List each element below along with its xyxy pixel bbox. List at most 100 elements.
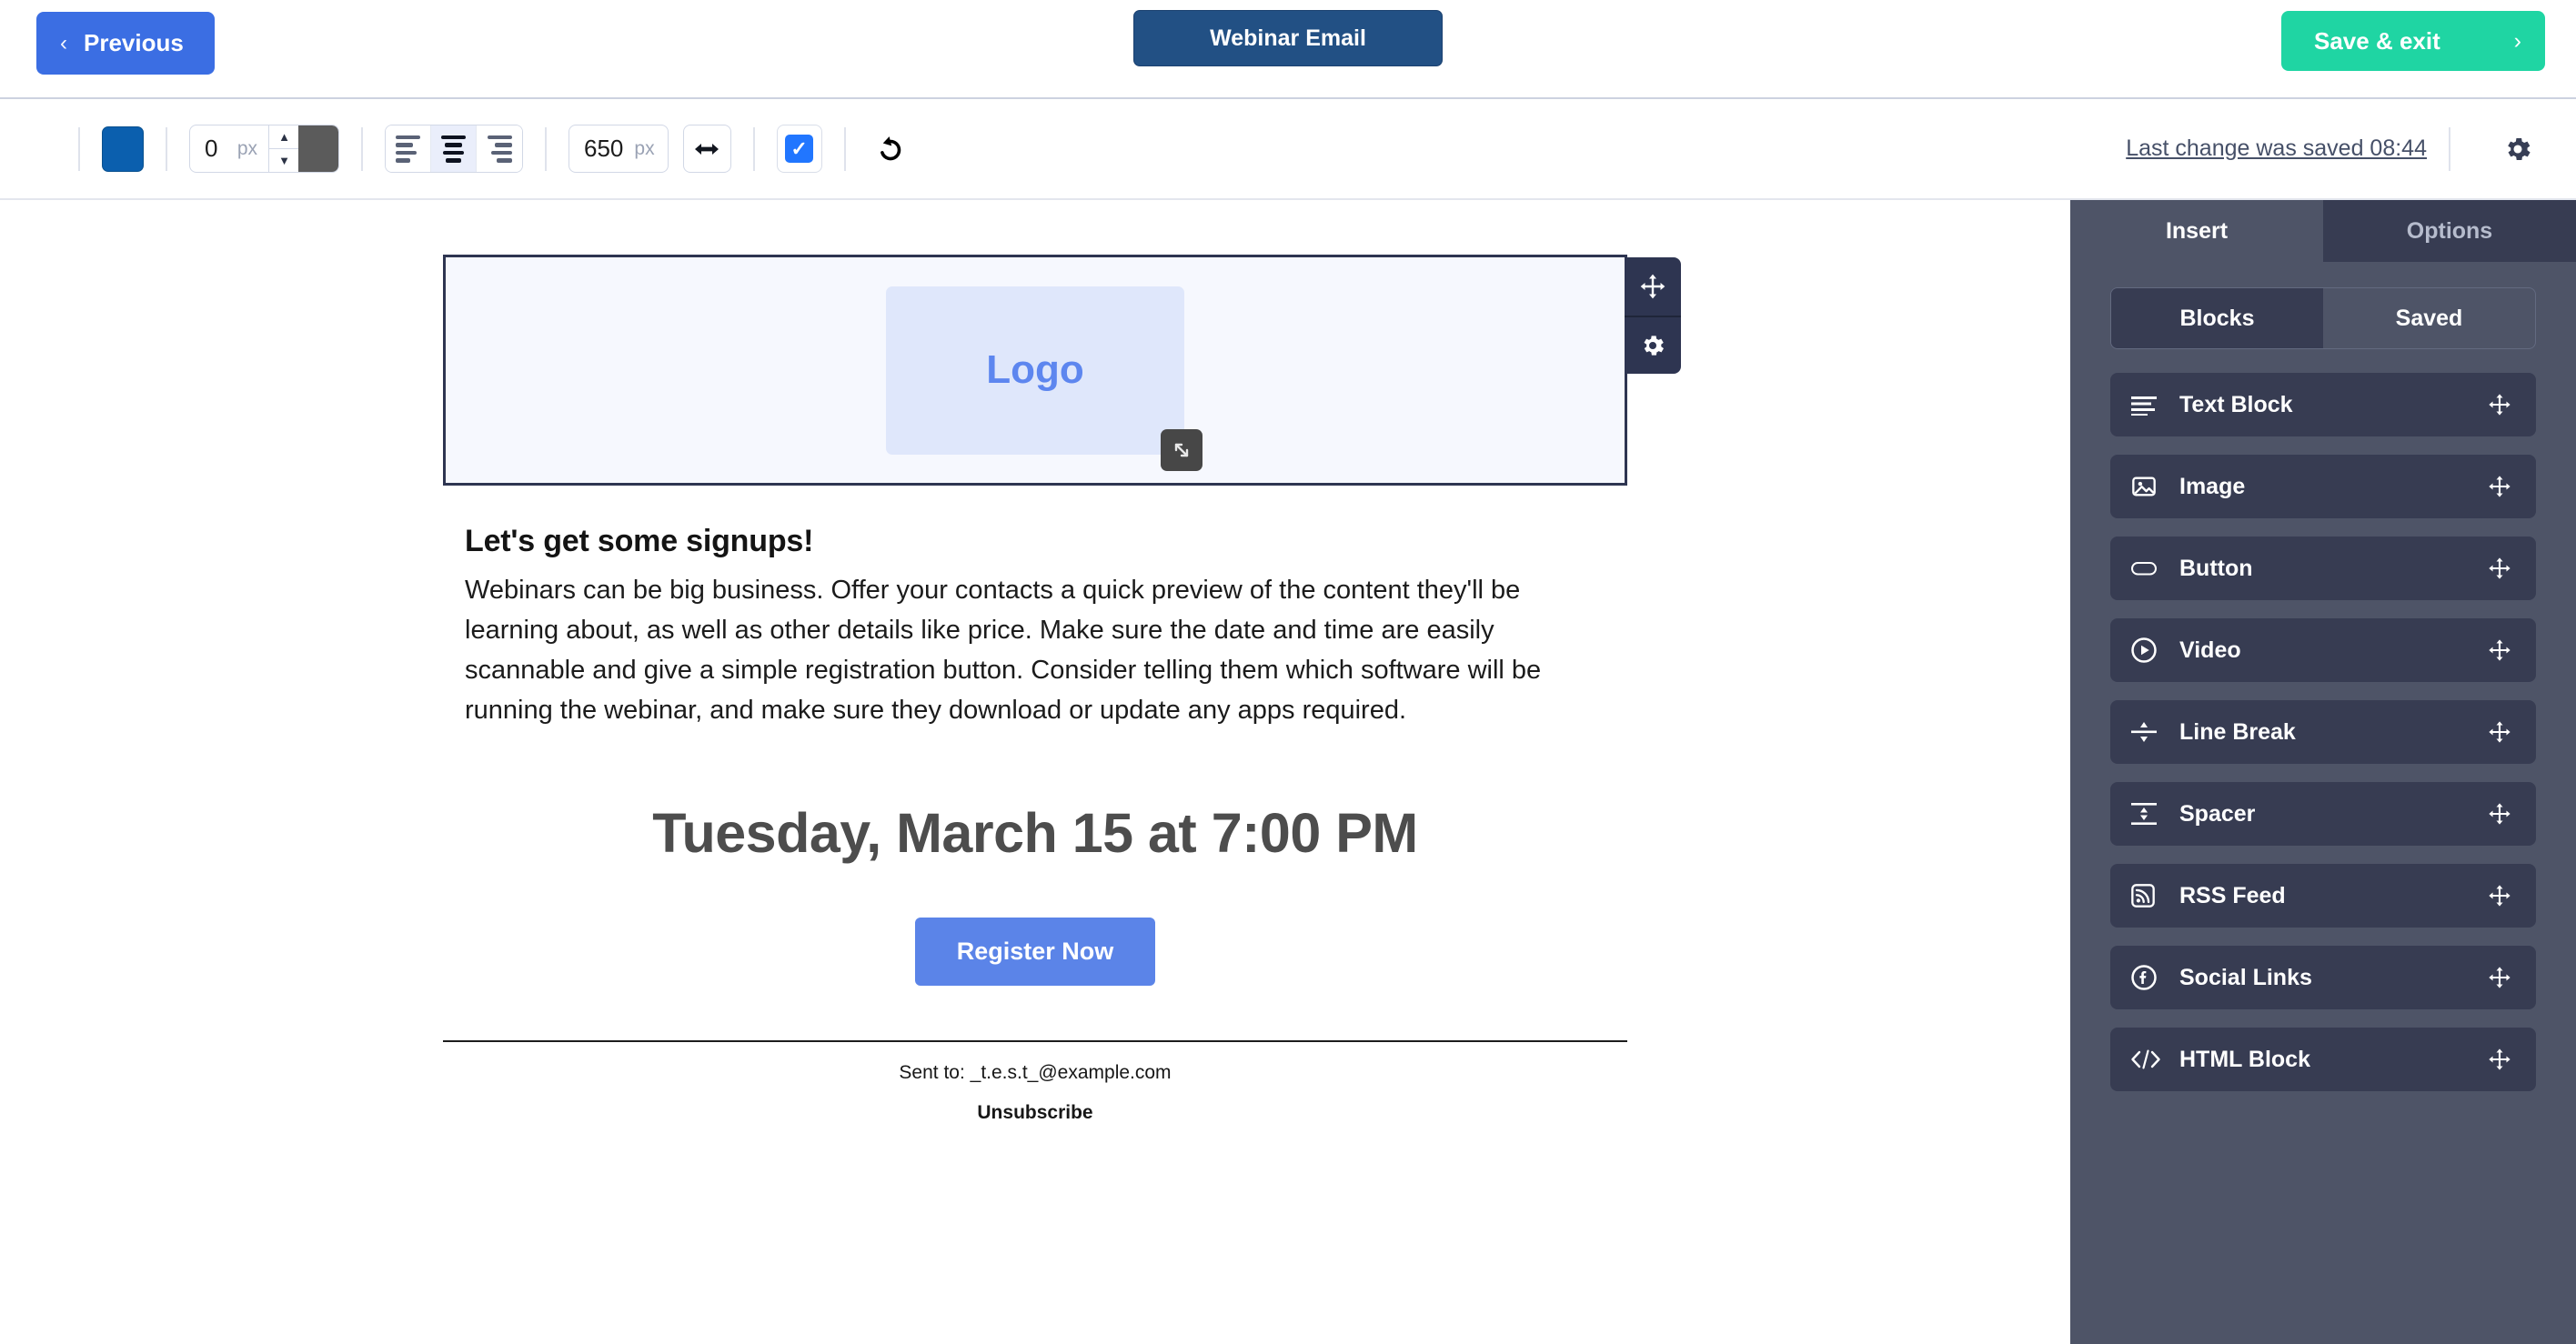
previous-button[interactable]: ‹ Previous <box>36 12 215 75</box>
unsubscribe-link[interactable]: Unsubscribe <box>465 1102 1605 1124</box>
button-pill-icon <box>2130 559 2170 577</box>
settings-button[interactable] <box>2492 124 2543 175</box>
full-width-button[interactable] <box>682 125 731 173</box>
content-heading[interactable]: Let's get some signups! <box>465 524 1605 559</box>
register-button-wrap: Register Now <box>465 918 1605 986</box>
top-header: ‹ Previous Webinar Email Save & exit › <box>0 0 2576 99</box>
toolbar-checkbox[interactable]: ✓ <box>776 125 822 173</box>
block-item-spacer[interactable]: Spacer <box>2110 782 2536 846</box>
block-item-video[interactable]: Video <box>2110 618 2536 682</box>
text-align-group <box>385 125 523 173</box>
border-width-spin-arrows[interactable]: ▲ ▼ <box>268 125 299 172</box>
toolbar-right-group: Last change was saved 08:44 <box>2126 124 2576 175</box>
block-item-rss-feed[interactable]: RSS Feed <box>2110 864 2536 928</box>
image-icon <box>2130 474 2170 499</box>
sent-to-text: Sent to: _t.e.s.t_@example.com <box>899 1062 1172 1083</box>
gear-icon <box>2508 137 2531 160</box>
last-saved-status[interactable]: Last change was saved 08:44 <box>2126 135 2427 162</box>
block-item-label: Text Block <box>2179 391 2293 417</box>
resize-diagonal-icon <box>1174 443 1189 456</box>
block-move-button[interactable] <box>1625 257 1681 316</box>
toolbar-divider <box>843 126 846 171</box>
toolbar-divider <box>166 126 167 171</box>
date-heading[interactable]: Tuesday, March 15 at 7:00 PM <box>465 801 1605 865</box>
block-item-label: RSS Feed <box>2179 882 2286 908</box>
border-color-swatch[interactable] <box>298 125 338 172</box>
segment-saved[interactable]: Saved <box>2323 288 2535 348</box>
block-item-label: Video <box>2179 637 2241 663</box>
toolbar-divider <box>78 126 80 171</box>
segment-blocks[interactable]: Blocks <box>2111 288 2323 348</box>
content-paragraph[interactable]: Webinars can be big business. Offer your… <box>465 570 1605 730</box>
block-item-html-block[interactable]: HTML Block <box>2110 1028 2536 1091</box>
footer-divider <box>443 1040 1627 1042</box>
chevron-left-icon: ‹ <box>60 30 67 55</box>
block-item-text-block[interactable]: Text Block <box>2110 373 2536 436</box>
play-circle-icon <box>2130 637 2170 664</box>
code-icon <box>2130 1048 2170 1070</box>
block-item-label: Line Break <box>2179 718 2296 745</box>
email-document: Logo Let's get some signups! Webinars ca… <box>443 255 1681 1124</box>
block-item-label: Social Links <box>2179 964 2312 990</box>
toolbar-divider <box>2449 126 2450 171</box>
border-width-value: 0 <box>205 135 218 162</box>
right-sidebar: Insert Options Blocks Saved Text Block I… <box>2070 200 2576 1344</box>
blocks-saved-segment: Blocks Saved <box>2110 287 2536 349</box>
block-item-social-links[interactable]: Social Links <box>2110 946 2536 1009</box>
document-title-tab[interactable]: Webinar Email <box>1133 10 1443 66</box>
segment-wrap: Blocks Saved <box>2070 262 2576 349</box>
align-center-icon <box>441 135 466 163</box>
align-center-button[interactable] <box>431 125 477 172</box>
chevron-right-icon: › <box>2513 27 2521 54</box>
save-and-exit-label: Save & exit <box>2314 26 2440 55</box>
border-width-stepper[interactable]: 0 px ▲ ▼ <box>189 125 339 173</box>
fill-color-swatch[interactable] <box>102 125 144 172</box>
block-item-image[interactable]: Image <box>2110 455 2536 518</box>
tab-options[interactable]: Options <box>2323 200 2576 262</box>
arrows-horizontal-icon <box>695 143 719 155</box>
rss-icon <box>2130 883 2170 908</box>
previous-button-label: Previous <box>84 29 184 56</box>
block-width-input[interactable]: 650 px <box>569 125 669 173</box>
drag-move-icon[interactable] <box>2483 719 2516 745</box>
border-width-input[interactable]: 0 px <box>190 125 268 172</box>
block-item-label: Spacer <box>2179 800 2256 827</box>
drag-move-icon[interactable] <box>2483 965 2516 990</box>
block-item-line-break[interactable]: Line Break <box>2110 700 2536 764</box>
blocks-list: Text Block Image Button Video Line Break… <box>2070 349 2576 1091</box>
align-left-icon <box>396 135 420 163</box>
tab-insert[interactable]: Insert <box>2070 200 2323 262</box>
drag-move-icon[interactable] <box>2483 801 2516 827</box>
block-toolbar <box>1625 257 1681 374</box>
toolbar-divider <box>752 126 755 171</box>
document-title-label: Webinar Email <box>1210 25 1366 51</box>
spin-up-icon[interactable]: ▲ <box>269 125 299 149</box>
logo-image-placeholder[interactable]: Logo <box>886 286 1202 471</box>
drag-move-icon[interactable] <box>2483 474 2516 499</box>
segment-saved-label: Saved <box>2395 305 2463 331</box>
undo-icon <box>880 135 901 160</box>
editor-body: Logo Let's get some signups! Webinars ca… <box>0 200 2576 1344</box>
block-item-button[interactable]: Button <box>2110 537 2536 600</box>
drag-move-icon[interactable] <box>2483 556 2516 581</box>
resize-handle[interactable] <box>1161 428 1202 471</box>
spin-down-icon[interactable]: ▼ <box>269 149 299 172</box>
tab-options-label: Options <box>2406 217 2493 244</box>
drag-move-icon[interactable] <box>2483 392 2516 417</box>
align-right-button[interactable] <box>477 125 522 172</box>
undo-button[interactable] <box>868 126 913 172</box>
block-settings-button[interactable] <box>1625 316 1681 374</box>
drag-move-icon[interactable] <box>2483 637 2516 663</box>
save-and-exit-button[interactable]: Save & exit › <box>2281 11 2545 71</box>
drag-move-icon[interactable] <box>2483 883 2516 908</box>
line-break-icon <box>2130 720 2170 744</box>
block-width-value: 650 <box>584 135 624 162</box>
logo-block-selected[interactable]: Logo <box>443 255 1681 486</box>
email-content-body: Let's get some signups! Webinars can be … <box>443 524 1627 1124</box>
register-now-button[interactable]: Register Now <box>914 918 1156 986</box>
email-editor-app: ‹ Previous Webinar Email Save & exit › 0… <box>0 0 2576 1344</box>
block-item-label: Image <box>2179 473 2246 499</box>
drag-move-icon[interactable] <box>2483 1047 2516 1072</box>
block-item-label: HTML Block <box>2179 1046 2310 1072</box>
align-left-button[interactable] <box>386 125 431 172</box>
